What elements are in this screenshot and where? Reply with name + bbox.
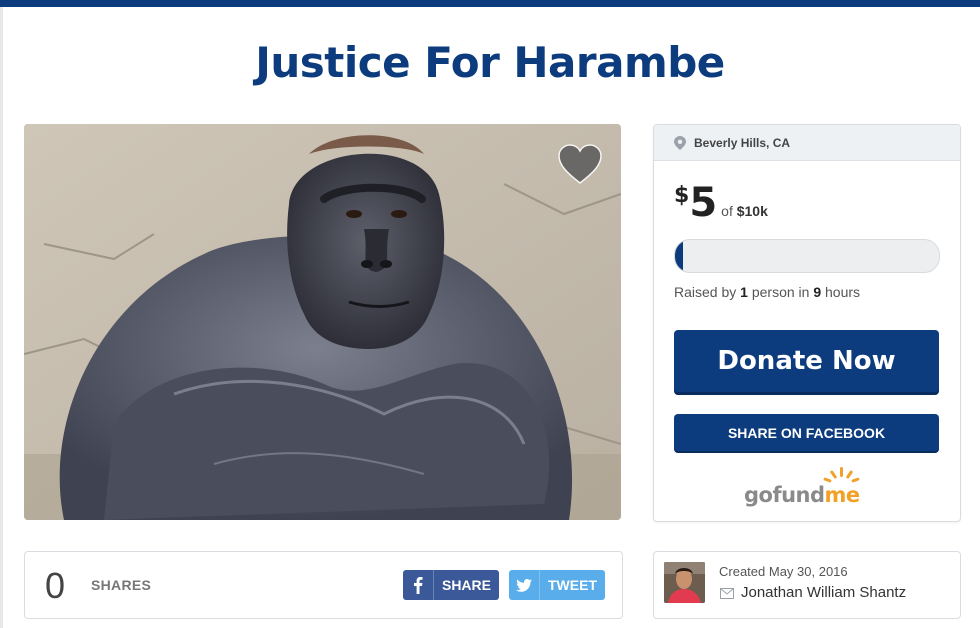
shares-count: 0 bbox=[45, 565, 66, 606]
created-date: Created May 30, 2016 bbox=[719, 564, 848, 579]
donate-now-button[interactable]: Donate Now bbox=[674, 330, 939, 392]
gorilla-image bbox=[24, 124, 621, 520]
raised-prefix: Raised by bbox=[674, 284, 737, 300]
avatar[interactable] bbox=[664, 562, 705, 603]
campaign-photo bbox=[24, 124, 621, 520]
facebook-icon bbox=[403, 570, 434, 600]
logo-text-accent: me bbox=[824, 483, 861, 507]
share-on-facebook-button[interactable]: SHARE ON FACEBOOK bbox=[674, 414, 939, 451]
creator-info: Created May 30, 2016 Jonathan William Sh… bbox=[653, 551, 961, 619]
logo-text-main: gofund bbox=[744, 483, 825, 507]
logo-text: gofundme bbox=[744, 483, 860, 507]
shares-label: SHARES bbox=[91, 577, 152, 593]
progress-fill bbox=[675, 240, 683, 272]
mail-icon[interactable] bbox=[720, 588, 734, 599]
goal-amount: $10k bbox=[736, 203, 768, 219]
heart-icon[interactable] bbox=[557, 143, 603, 185]
twitter-bird-icon bbox=[509, 570, 540, 600]
gofundme-logo: gofundme bbox=[744, 465, 874, 509]
amount-raised: $ 5 of $10k bbox=[674, 183, 768, 223]
twitter-tweet-button[interactable]: TWEET bbox=[509, 570, 605, 600]
donor-word: person in bbox=[751, 284, 810, 300]
page-edge bbox=[0, 7, 3, 628]
campaign-title: Justice For Harambe bbox=[255, 38, 725, 87]
goal-prefix: of bbox=[721, 203, 733, 219]
facebook-share-button[interactable]: SHARE bbox=[403, 570, 499, 600]
hours-word: hours bbox=[825, 284, 861, 300]
donor-count: 1 bbox=[740, 284, 748, 300]
location-pin-icon bbox=[674, 135, 686, 150]
donation-card: Beverly Hills, CA $ 5 of $10k Raised by … bbox=[653, 124, 961, 522]
raised-by-text: Raised by 1 person in 9 hours bbox=[674, 284, 860, 300]
currency-symbol: $ bbox=[674, 183, 690, 208]
progress-bar bbox=[674, 239, 940, 273]
creator-name[interactable]: Jonathan William Shantz bbox=[741, 584, 906, 601]
shares-bar: 0 SHARES SHARE TWEET bbox=[24, 551, 623, 619]
location-header: Beverly Hills, CA bbox=[654, 125, 960, 161]
top-accent-bar bbox=[0, 0, 980, 7]
hours-count: 9 bbox=[813, 284, 822, 300]
twitter-tweet-label: TWEET bbox=[548, 577, 597, 593]
facebook-share-label: SHARE bbox=[441, 577, 491, 593]
raised-amount: 5 bbox=[689, 180, 718, 226]
location-text: Beverly Hills, CA bbox=[694, 135, 791, 150]
sunburst-icon bbox=[823, 467, 860, 483]
goal-text: of $10k bbox=[721, 203, 768, 219]
